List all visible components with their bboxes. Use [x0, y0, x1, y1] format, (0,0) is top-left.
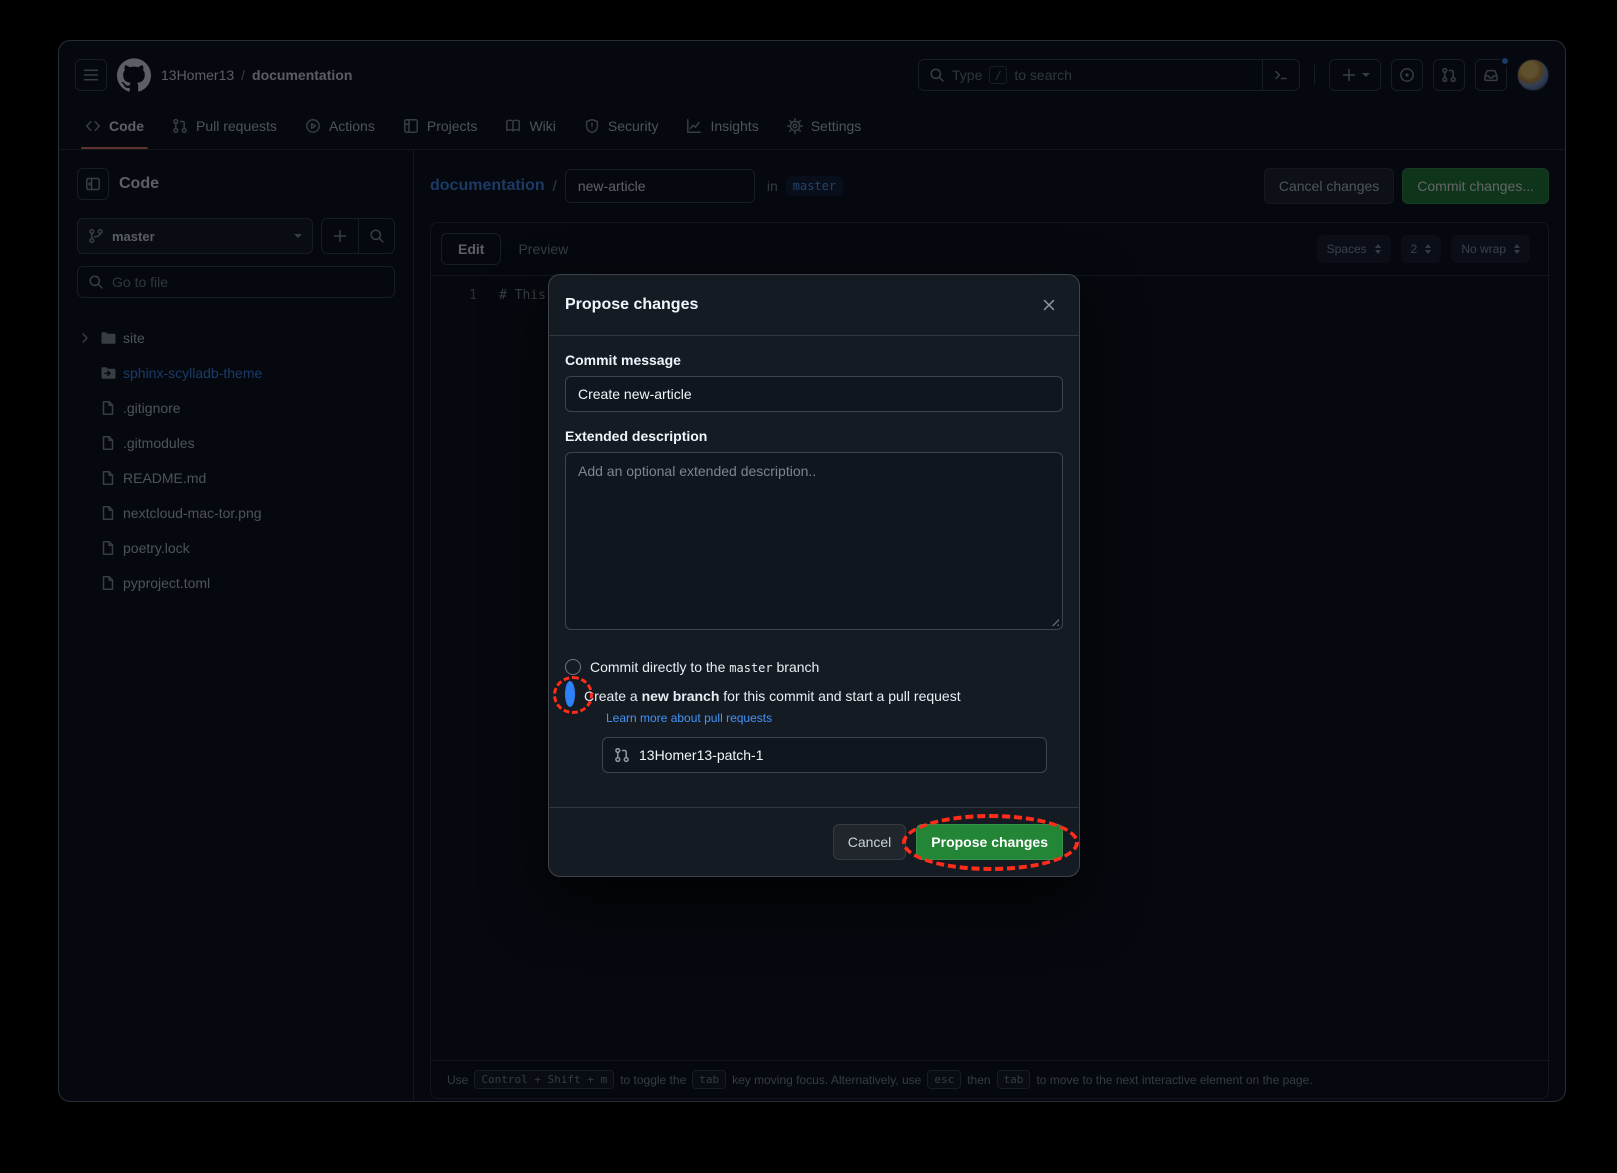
close-dialog-button[interactable] [1035, 291, 1063, 319]
extended-description-label: Extended description [565, 428, 1063, 444]
github-window: 13Homer13 / documentation Type / to sear… [58, 40, 1566, 1102]
learn-more-link[interactable]: Learn more about pull requests [606, 711, 1063, 725]
master-branch-code: master [729, 661, 772, 675]
extended-description-textarea[interactable] [565, 452, 1063, 630]
propose-changes-dialog: Propose changes Commit message Extended … [548, 274, 1080, 877]
commit-message-label: Commit message [565, 352, 1063, 368]
new-branch-name-input[interactable]: 13Homer13-patch-1 [602, 737, 1047, 773]
dialog-title: Propose changes [565, 296, 1035, 314]
propose-changes-button[interactable]: Propose changes [916, 824, 1063, 860]
create-branch-option[interactable]: Create a new branch for this commit and … [565, 686, 1063, 706]
radio-checked[interactable] [565, 681, 575, 707]
commit-directly-option[interactable]: Commit directly to the master branch [565, 657, 1063, 678]
radio-unchecked[interactable] [565, 659, 581, 675]
branch-name-value: 13Homer13-patch-1 [639, 747, 764, 763]
commit-message-input[interactable] [565, 376, 1063, 412]
close-icon [1041, 297, 1057, 313]
git-pull-request-icon [614, 747, 630, 763]
cancel-button[interactable]: Cancel [833, 824, 907, 860]
